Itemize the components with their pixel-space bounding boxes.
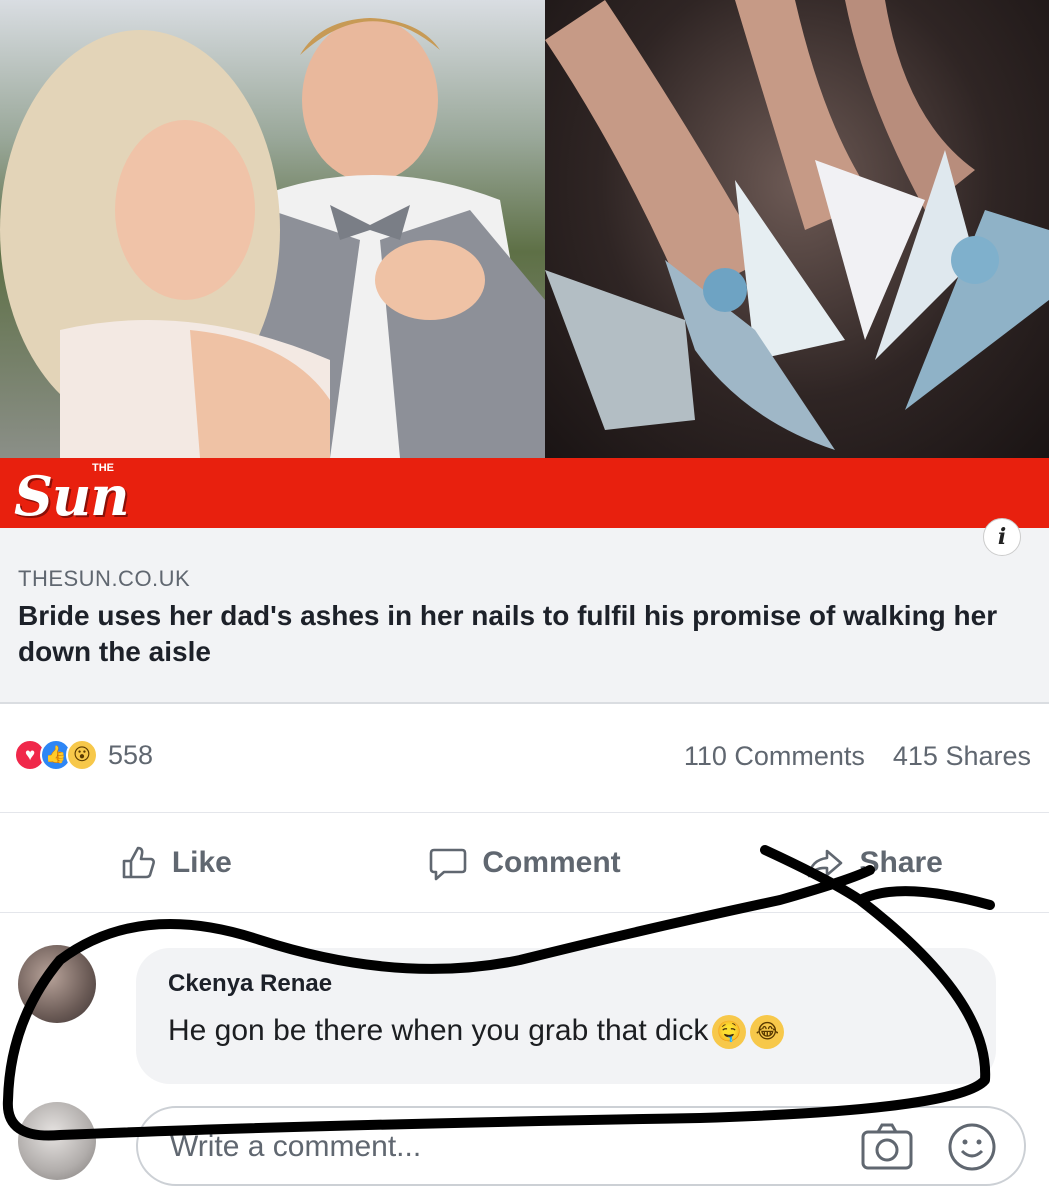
- link-card[interactable]: i THESUN.CO.UK Bride uses her dad's ashe…: [0, 518, 1049, 704]
- divider: [0, 812, 1049, 813]
- link-domain: THESUN.CO.UK: [18, 566, 191, 591]
- nails-photo: [545, 0, 1049, 458]
- avatar: [18, 1102, 96, 1180]
- link-headline[interactable]: Bride uses her dad's ashes in her nails …: [18, 598, 1038, 670]
- share-arrow-icon: [808, 849, 843, 878]
- drooling-emoji-icon: 🤤: [712, 1015, 747, 1050]
- comment-bubble-icon: [430, 848, 467, 881]
- comment-input[interactable]: Write a comment...: [136, 1106, 1026, 1186]
- post-actions: Like Comment Share: [0, 830, 1049, 896]
- comment-placeholder: Write a comment...: [170, 1130, 422, 1163]
- shares-count[interactable]: 415 Shares: [893, 741, 1031, 772]
- post-image[interactable]: [0, 0, 1049, 458]
- comment-author[interactable]: Ckenya Renae: [168, 970, 332, 998]
- comment-label: Comment: [482, 846, 621, 879]
- reactions-summary[interactable]: ♥ 👍 😮 558: [14, 739, 153, 771]
- couple-photo: [0, 0, 545, 458]
- info-icon[interactable]: i: [983, 518, 1021, 556]
- emoji-icon[interactable]: [946, 1121, 998, 1173]
- comment-text: He gon be there when you grab that dick 🤤…: [168, 1014, 785, 1050]
- comment-bubble[interactable]: Ckenya Renae He gon be there when you gr…: [136, 948, 996, 1084]
- brand-bar: THE Sun: [0, 458, 1049, 528]
- share-button[interactable]: Share: [699, 830, 1049, 896]
- wow-icon: 😮: [66, 739, 98, 771]
- comment-button[interactable]: Comment: [350, 830, 700, 896]
- brand-logo: Sun: [14, 464, 130, 528]
- divider: [0, 912, 1049, 913]
- laughing-emoji-icon: 😂: [750, 1015, 785, 1050]
- comment-item: Ckenya Renae He gon be there when you gr…: [0, 940, 1049, 1090]
- like-label: Like: [171, 846, 232, 879]
- reaction-count: 558: [108, 739, 154, 770]
- comment-body: He gon be there when you grab that dick: [168, 1014, 709, 1047]
- post-stats: ♥ 👍 😮 558 110 Comments 415 Shares: [0, 735, 1049, 785]
- camera-icon[interactable]: [860, 1122, 914, 1172]
- share-label: Share: [859, 846, 943, 879]
- comment-composer: Write a comment...: [0, 1092, 1049, 1199]
- like-button[interactable]: Like: [0, 830, 350, 896]
- avatar[interactable]: [18, 945, 96, 1023]
- thumbs-up-icon: [122, 846, 155, 879]
- comments-count[interactable]: 110 Comments: [684, 741, 865, 772]
